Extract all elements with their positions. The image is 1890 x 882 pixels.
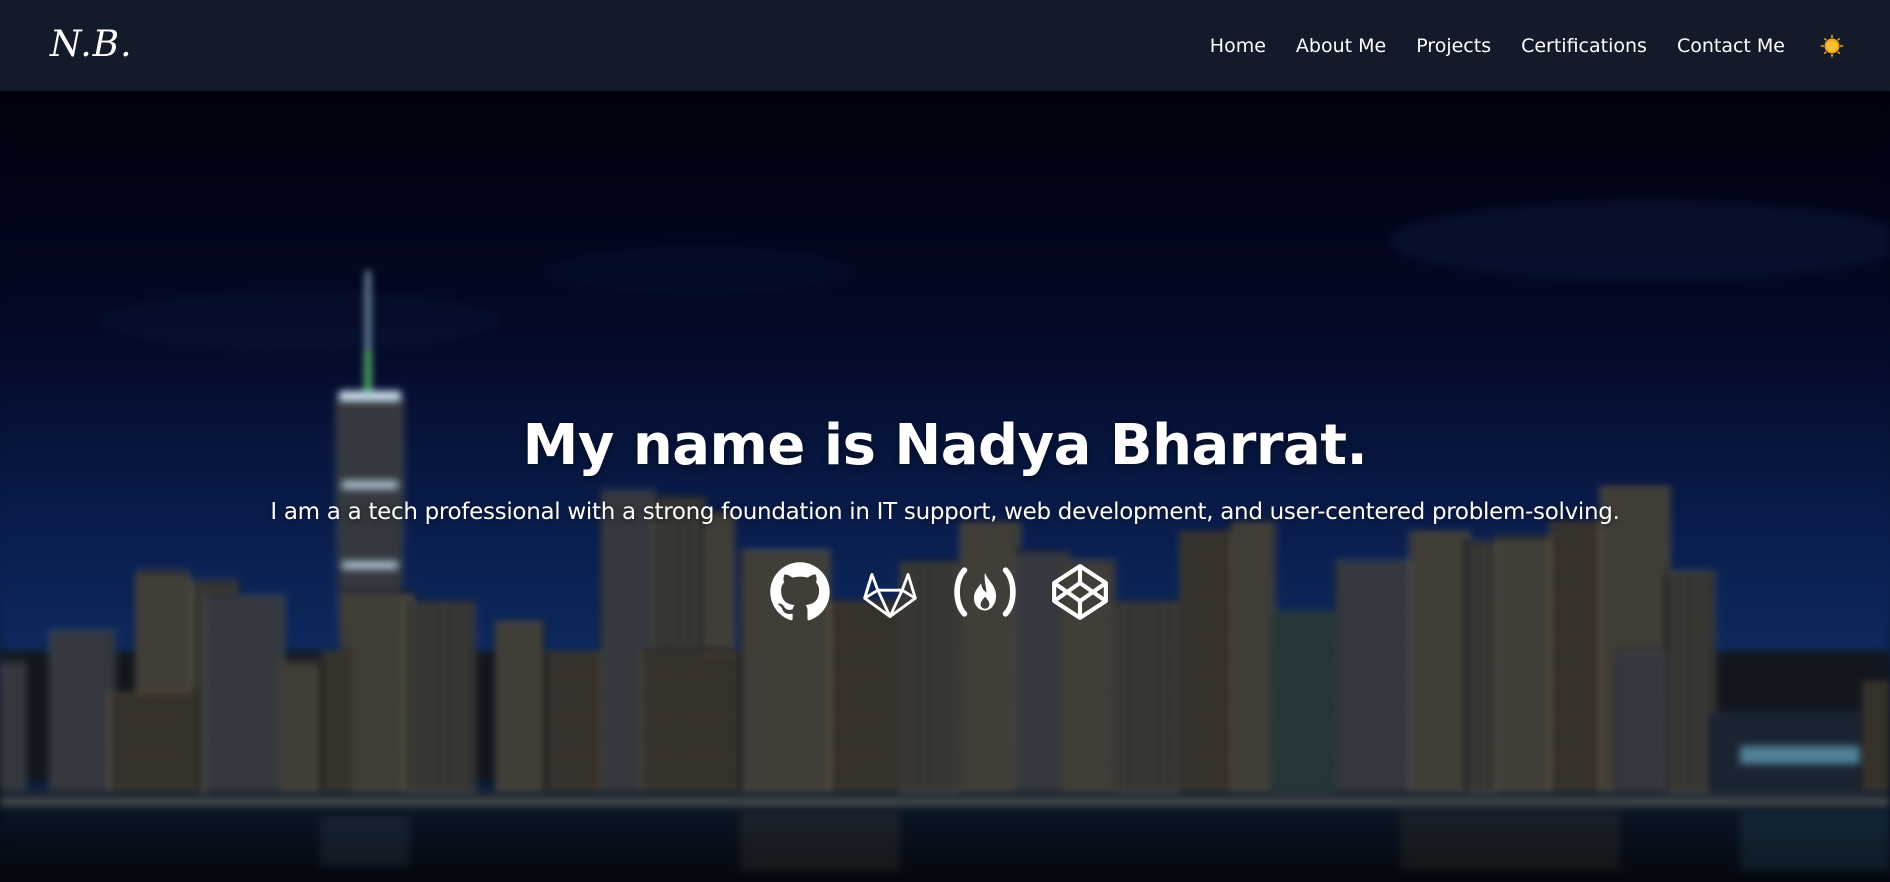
nav-link-home[interactable]: Home [1210,35,1266,57]
navbar: N.B. Home About Me Projects Certificatio… [0,0,1890,91]
nav-link-contact-me[interactable]: Contact Me [1677,35,1785,57]
gitlab-link[interactable] [859,561,921,623]
codepen-link[interactable] [1049,561,1111,623]
github-link[interactable] [769,561,831,623]
social-links [0,561,1890,623]
codepen-icon [1052,564,1108,620]
nav-links: Home About Me Projects Certifications Co… [1210,33,1845,59]
nav-link-projects[interactable]: Projects [1416,35,1491,57]
gitlab-icon [863,573,917,618]
hero-section: My name is Nadya Bharrat. I am a a tech … [0,91,1890,882]
freecodecamp-icon [954,567,1016,617]
hero-title: My name is Nadya Bharrat. [522,413,1368,478]
sun-icon [1820,33,1844,58]
github-icon [770,562,830,621]
hero-subtitle: I am a a tech professional with a strong… [270,499,1620,525]
brand-logo[interactable]: N.B. [50,24,133,65]
hero-content: My name is Nadya Bharrat. I am a a tech … [0,91,1890,882]
nav-link-certifications[interactable]: Certifications [1521,35,1647,57]
freecodecamp-link[interactable] [949,561,1021,623]
nav-link-about-me[interactable]: About Me [1296,35,1386,57]
theme-toggle-button[interactable] [1819,33,1845,59]
